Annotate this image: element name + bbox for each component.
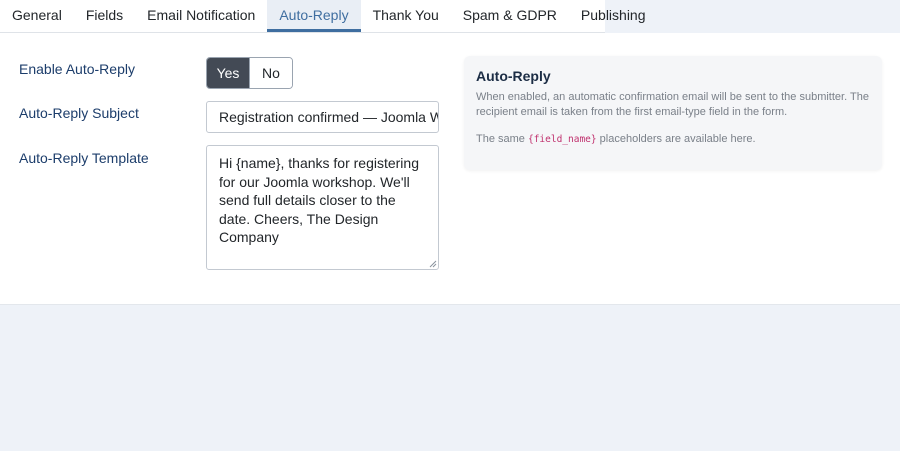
tab-general[interactable]: General — [0, 0, 74, 32]
info-description: When enabled, an automatic confirmation … — [476, 91, 869, 118]
tab-bar: General Fields Email Notification Auto-R… — [0, 0, 646, 33]
auto-reply-subject-input[interactable]: Registration confirmed — Joomla Wor — [206, 101, 439, 133]
tab-email-notification[interactable]: Email Notification — [135, 0, 267, 32]
info-placeholder-note: The same {field_name} placeholders are a… — [476, 132, 870, 147]
auto-reply-info-card: Auto-Reply When enabled, an automatic co… — [464, 56, 882, 170]
info-title: Auto-Reply — [476, 68, 551, 84]
yes-option-button[interactable]: Yes — [207, 58, 249, 88]
enable-auto-reply-label: Enable Auto-Reply — [19, 61, 135, 77]
auto-reply-template-label: Auto-Reply Template — [19, 150, 149, 166]
auto-reply-subject-label: Auto-Reply Subject — [19, 105, 139, 121]
template-text: Hi {name}, thanks for registering for ou… — [219, 155, 419, 245]
no-option-button[interactable]: No — [249, 58, 292, 88]
tab-publishing[interactable]: Publishing — [569, 0, 658, 32]
field-name-code: {field_name} — [527, 134, 597, 145]
info-note-prefix: The same — [476, 133, 528, 145]
info-note-suffix: placeholders are available here. — [596, 133, 756, 145]
tab-thank-you[interactable]: Thank You — [361, 0, 451, 32]
tab-auto-reply[interactable]: Auto-Reply — [267, 0, 361, 32]
tab-fields[interactable]: Fields — [74, 0, 135, 32]
enable-auto-reply-toggle: Yes No — [206, 57, 293, 89]
resize-handle-icon[interactable] — [429, 260, 437, 268]
tab-spam-gdpr[interactable]: Spam & GDPR — [451, 0, 569, 32]
auto-reply-panel: Enable Auto-Reply Yes No Auto-Reply Subj… — [0, 33, 900, 305]
auto-reply-template-textarea[interactable]: Hi {name}, thanks for registering for ou… — [206, 145, 439, 270]
